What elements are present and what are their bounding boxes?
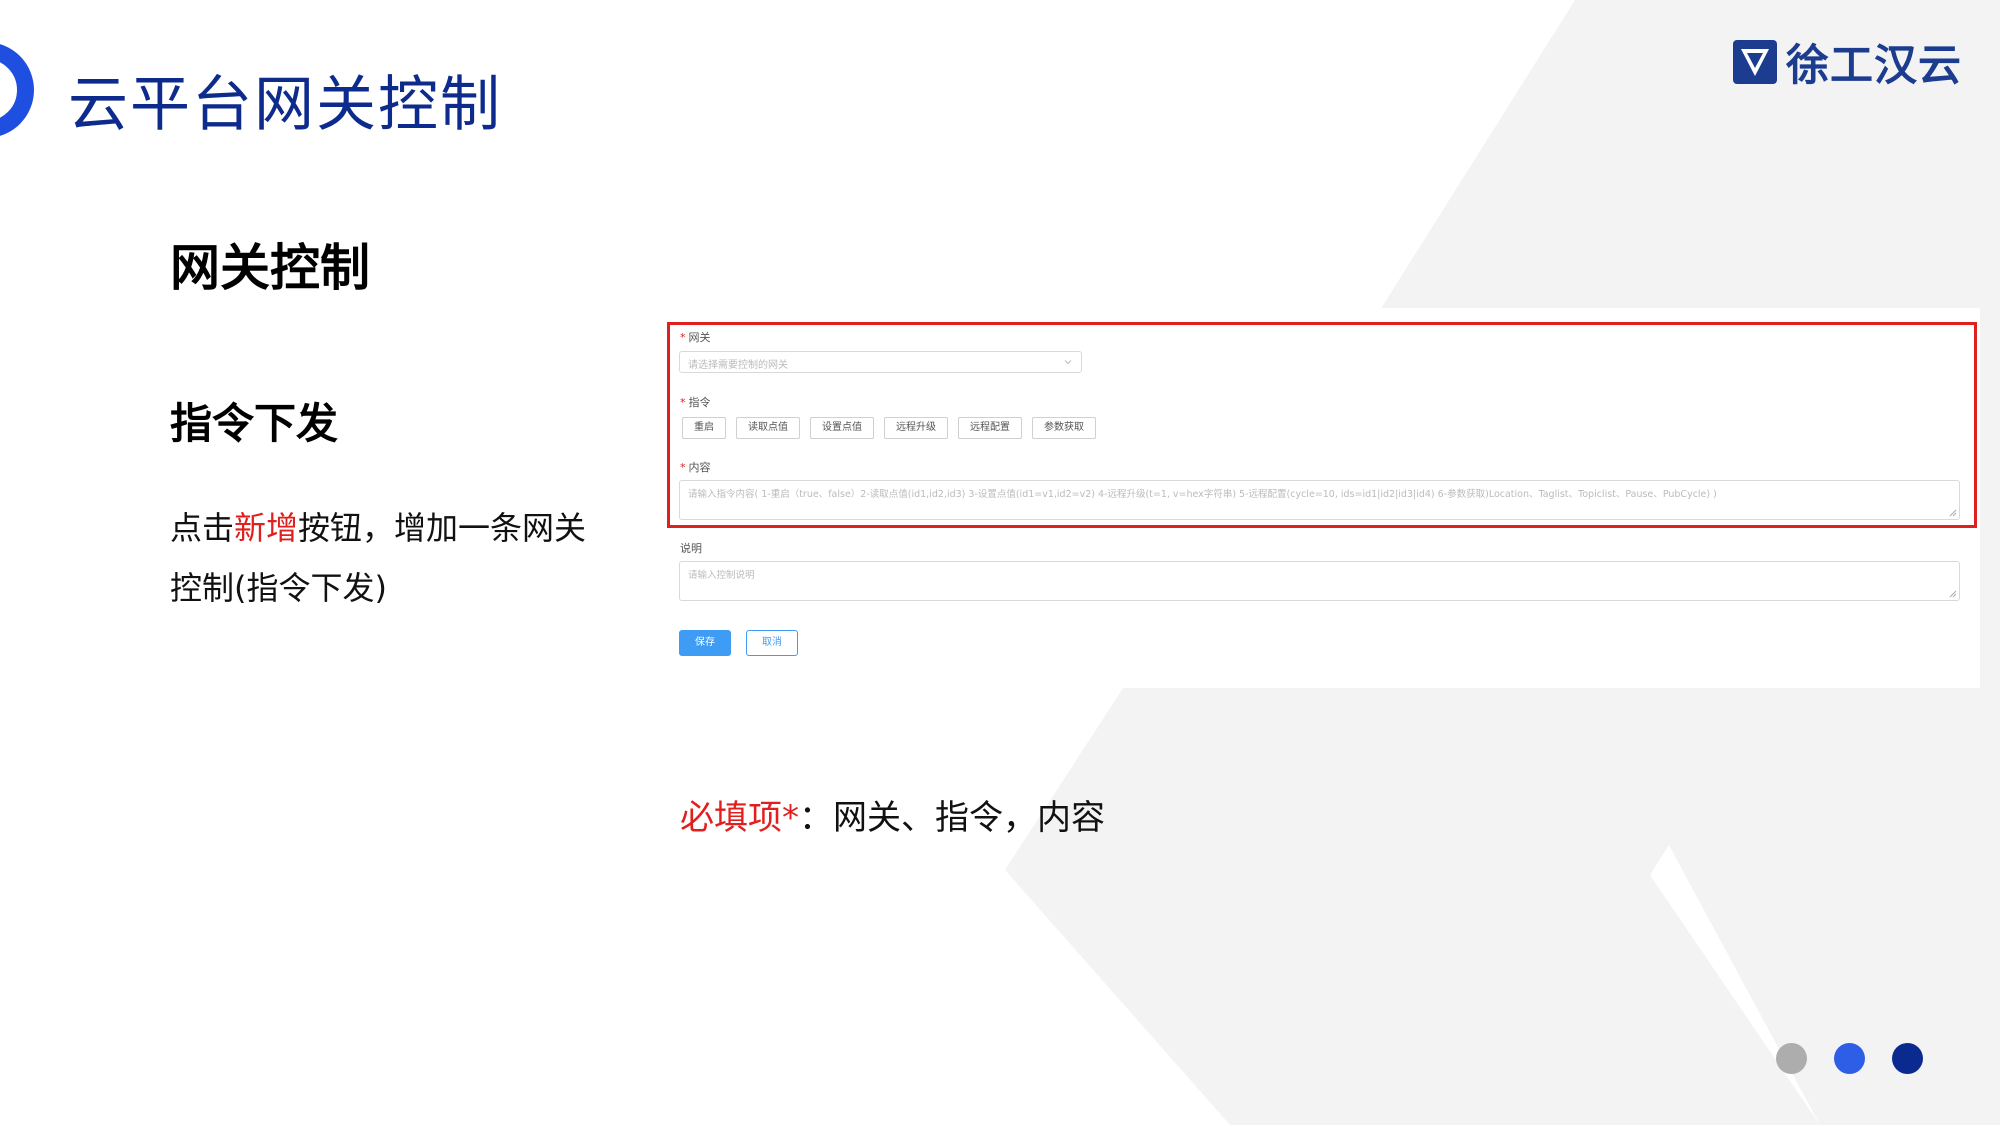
remark-textarea[interactable]: 请输入控制说明: [679, 561, 1960, 601]
pager-dot[interactable]: [1776, 1043, 1807, 1074]
instruction-highlight-add: 新增: [234, 509, 299, 547]
section-heading: 网关控制: [170, 239, 370, 297]
required-fields-label: 必填项*: [680, 798, 799, 838]
required-fields-list: ：网关、指令，内容: [799, 798, 1105, 838]
xcmg-shield-icon: [1733, 40, 1777, 84]
page-title: 云平台网关控制: [68, 70, 502, 140]
instruction-part1: 点击: [170, 509, 235, 547]
resize-grip-icon: [1949, 590, 1957, 598]
remark-label: 说明: [680, 542, 702, 555]
brand-logo: 徐工汉云: [1732, 36, 1962, 91]
sub-heading: 指令下发: [170, 399, 339, 448]
pager-dot-active[interactable]: [1892, 1043, 1923, 1074]
remark-textarea-placeholder: 请输入控制说明: [688, 570, 755, 581]
pager-dot[interactable]: [1834, 1043, 1865, 1074]
instruction-text: 点击新增按钮，增加一条网关控制(指令下发): [170, 498, 600, 618]
logo-text: 徐工汉云: [1786, 41, 1962, 91]
required-fields-highlight: [667, 322, 1977, 528]
cancel-button[interactable]: 取消: [746, 630, 798, 656]
required-fields-note: 必填项*：网关、指令，内容: [680, 790, 1105, 839]
slide-pager: [1776, 1043, 1950, 1074]
save-button[interactable]: 保存: [679, 630, 731, 656]
